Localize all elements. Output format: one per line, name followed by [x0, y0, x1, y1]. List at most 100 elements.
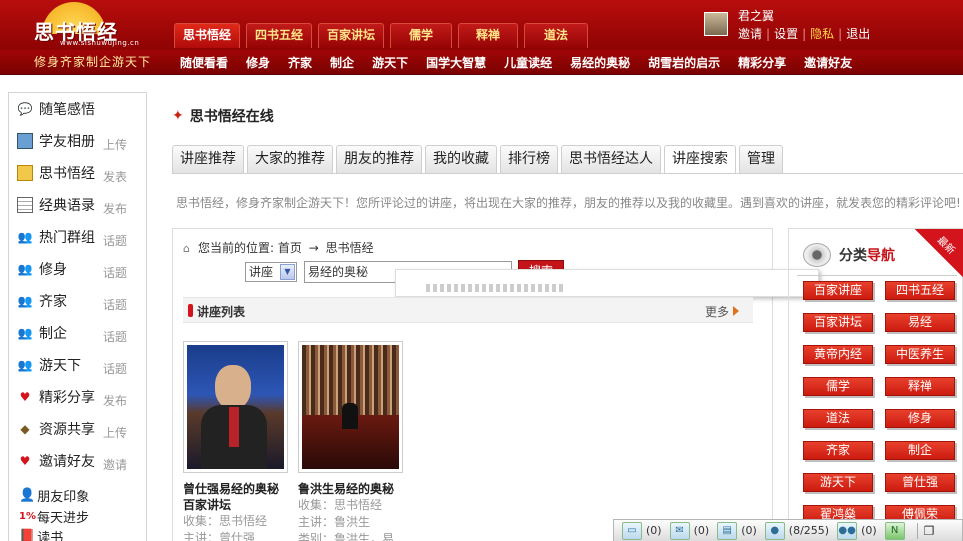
- category-button[interactable]: 百家讲座: [803, 281, 873, 300]
- top-tab-baijiajiangtan[interactable]: 百家讲坛: [318, 23, 385, 48]
- sidebar-item-sishuwujing[interactable]: 思书悟经 发表: [17, 163, 142, 185]
- lecture-title[interactable]: 鲁洪生易经的奥秘: [298, 481, 403, 497]
- nav-link[interactable]: 齐家: [288, 54, 312, 71]
- sidebar-item-essay[interactable]: 💬 随笔感悟: [17, 99, 142, 119]
- lecture-subtitle[interactable]: 百家讲坛: [183, 497, 288, 513]
- sidebar-item-resources[interactable]: ◆ 资源共享 上传: [17, 419, 142, 441]
- top-tab-ruxue[interactable]: 儒学: [390, 23, 453, 48]
- friends-icon: ●: [764, 521, 785, 540]
- lecturer-figure: [342, 403, 358, 429]
- sidebar-item-action[interactable]: 发布: [103, 200, 127, 217]
- tray-app[interactable]: N: [884, 521, 909, 540]
- tab-everyone-recommend[interactable]: 大家的推荐: [247, 145, 333, 174]
- nav-link[interactable]: 随便看看: [180, 54, 228, 71]
- nav-link[interactable]: 修身: [246, 54, 270, 71]
- tray-comments[interactable]: ▭ (0): [622, 521, 662, 540]
- nav-link[interactable]: 儿童读经: [504, 54, 552, 71]
- breadcrumb-home-link[interactable]: 首页: [278, 241, 302, 255]
- sidebar-item-action[interactable]: 发表: [103, 168, 127, 185]
- sidebar-item-action[interactable]: 话题: [103, 296, 127, 313]
- sidebar-extra-reading[interactable]: 📕 读书: [19, 527, 63, 541]
- sidebar-item-action[interactable]: 话题: [103, 328, 127, 345]
- category-button[interactable]: 易经: [885, 313, 955, 332]
- top-tab-daofa[interactable]: 道法: [524, 23, 589, 48]
- top-tab-sishuwujing-classics[interactable]: 四书五经: [246, 23, 313, 48]
- sidebar-item-action[interactable]: 话题: [103, 232, 127, 249]
- category-button[interactable]: 释禅: [885, 377, 955, 396]
- logout-link[interactable]: 退出: [846, 27, 870, 41]
- nav-link[interactable]: 制企: [330, 54, 354, 71]
- tab-my-favorites[interactable]: 我的收藏: [425, 145, 497, 174]
- user-name[interactable]: 君之翼: [738, 7, 774, 24]
- tab-experts[interactable]: 思书悟经达人: [561, 145, 661, 174]
- sidebar-item-hot-groups[interactable]: 👥 热门群组 话题: [17, 227, 142, 249]
- nav-link[interactable]: 易经的奥秘: [570, 54, 630, 71]
- sidebar-item-quotes[interactable]: 经典语录 发布: [17, 195, 142, 217]
- settings-link[interactable]: 设置: [774, 27, 798, 41]
- nav-link[interactable]: 精彩分享: [738, 54, 786, 71]
- arrow-right-icon[interactable]: [733, 306, 739, 316]
- tab-lecture-search[interactable]: 讲座搜索: [664, 145, 736, 174]
- category-button[interactable]: 修身: [885, 409, 955, 428]
- sidebar-item-xiushen[interactable]: 👥 修身 话题: [17, 259, 142, 281]
- sidebar-item-album[interactable]: 学友相册 上传: [17, 131, 142, 153]
- category-button[interactable]: 制企: [885, 441, 955, 460]
- category-button[interactable]: 百家讲坛: [803, 313, 873, 332]
- chevron-down-icon[interactable]: ▼: [280, 264, 295, 280]
- category-button[interactable]: 中医养生: [885, 345, 955, 364]
- tab-manage[interactable]: 管理: [739, 145, 783, 174]
- sidebar-item-action[interactable]: 发布: [103, 392, 127, 409]
- tray-mail[interactable]: ✉ (0): [669, 521, 709, 540]
- lecture-card[interactable]: 鲁洪生易经的奥秘 收集：思书悟经 主讲：鲁洪生 类别：鲁洪生，易: [298, 341, 403, 541]
- sidebar-item-label: 随笔感悟: [39, 102, 95, 118]
- nav-link[interactable]: 邀请好友: [804, 54, 852, 71]
- tray-groups[interactable]: ●● (0): [837, 521, 877, 540]
- sidebar-item-youtianxia[interactable]: 👥 游天下 话题: [17, 355, 142, 377]
- tab-recommended-lectures[interactable]: 讲座推荐: [172, 145, 244, 174]
- nav-link[interactable]: 胡雪岩的启示: [648, 54, 720, 71]
- tab-friend-recommend[interactable]: 朋友的推荐: [336, 145, 422, 174]
- category-button[interactable]: 齐家: [803, 441, 873, 460]
- tray-notices[interactable]: ▤ (0): [717, 521, 757, 540]
- sidebar-item-zhiqi[interactable]: 👥 制企 话题: [17, 323, 142, 345]
- site-logo[interactable]: 思书悟经 www.sishuwujing.cn: [34, 2, 154, 48]
- category-button[interactable]: 四书五经: [885, 281, 955, 300]
- sidebar-item-action[interactable]: 邀请: [103, 456, 127, 473]
- sidebar-item-qijia[interactable]: 👥 齐家 话题: [17, 291, 142, 313]
- avatar[interactable]: [704, 12, 728, 36]
- sidebar-item-action[interactable]: 话题: [103, 264, 127, 281]
- lecture-card[interactable]: 曾仕强易经的奥秘 百家讲坛 收集：思书悟经 主讲：曾仕强: [183, 341, 288, 541]
- lecture-thumbnail[interactable]: [298, 341, 403, 473]
- category-button[interactable]: 游天下: [803, 473, 873, 492]
- category-button[interactable]: 儒学: [803, 377, 873, 396]
- category-button[interactable]: 道法: [803, 409, 873, 428]
- top-tab-shichan[interactable]: 释禅: [458, 23, 519, 48]
- category-button[interactable]: 曾仕强: [885, 473, 955, 492]
- more-link[interactable]: 更多: [705, 303, 729, 320]
- tray-friends[interactable]: ● (8/255): [764, 521, 829, 540]
- diamond-icon: ◆: [20, 422, 30, 436]
- search-type-select[interactable]: 讲座 ▼: [245, 262, 297, 282]
- sidebar-item-action[interactable]: 上传: [103, 424, 127, 441]
- lecture-thumbnail[interactable]: [183, 341, 288, 473]
- tab-rankings[interactable]: 排行榜: [500, 145, 558, 174]
- tray-restore[interactable]: ❐: [924, 524, 935, 538]
- autocomplete-item[interactable]: [426, 284, 566, 292]
- lecture-title[interactable]: 曾仕强易经的奥秘: [183, 481, 288, 497]
- sidebar-item-action[interactable]: 话题: [103, 360, 127, 377]
- sidebar-item-share[interactable]: ♥ 精彩分享 发布: [17, 387, 142, 409]
- sidebar-item-action[interactable]: 上传: [103, 136, 127, 153]
- sidebar-item-invite[interactable]: ♥ 邀请好友 邀请: [17, 451, 142, 473]
- sidebar-extra-progress[interactable]: 1% 每天进步: [19, 507, 89, 526]
- nav-link[interactable]: 游天下: [372, 54, 408, 71]
- invite-link[interactable]: 邀请: [738, 27, 762, 41]
- site-slogan: 修身齐家制企游天下: [34, 55, 152, 69]
- autocomplete-dropdown[interactable]: [395, 269, 819, 297]
- privacy-link[interactable]: 隐私: [810, 27, 834, 41]
- nav-link[interactable]: 国学大智慧: [426, 54, 486, 71]
- category-button[interactable]: 黄帝内经: [803, 345, 873, 364]
- page-description: 思书悟经，修身齐家制企游天下！您所评论过的讲座，将出现在大家的推荐，朋友的推荐以…: [176, 196, 961, 210]
- top-tab-sishuwujing[interactable]: 思书悟经: [174, 23, 241, 48]
- top-tabs: 思书悟经 四书五经 百家讲坛 儒学 释禅 道法: [174, 23, 594, 48]
- sidebar-extra-impression[interactable]: 👤 朋友印象: [19, 486, 89, 505]
